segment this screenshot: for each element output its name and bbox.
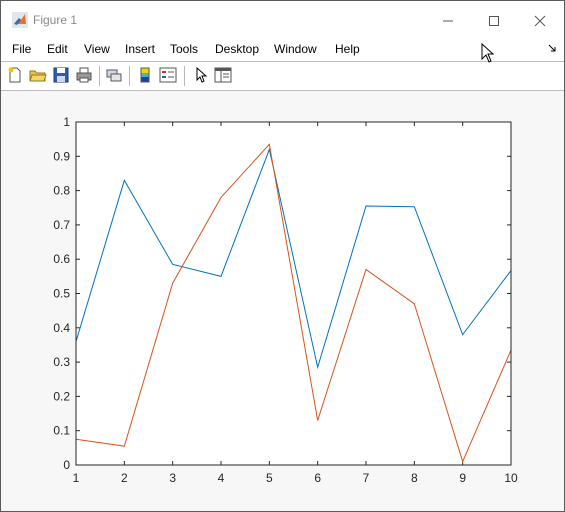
- matlab-logo-icon: [12, 12, 28, 28]
- menu-bar: File Edit View Insert Tools Desktop Wind…: [1, 39, 564, 61]
- x-tick-label: 6: [314, 471, 321, 485]
- y-tick-label: 0.1: [53, 424, 70, 438]
- menu-view[interactable]: View: [84, 42, 110, 56]
- colorbar-icon[interactable]: [136, 66, 154, 84]
- figure-canvas[interactable]: 0 0.1 0.2 0.3 0.4 0.5 0.6 0.7 0.8 0.9 1 1 2 3 4 5 6 7 8 9 1…: [1, 91, 564, 511]
- y-tick-label: 0.9: [53, 149, 70, 163]
- y-tick-label: 0.4: [53, 321, 70, 335]
- x-tick-label: 8: [411, 471, 418, 485]
- open-file-icon[interactable]: [29, 66, 47, 84]
- figure-window: Figure 1 File Edit View Insert Tools Des…: [0, 0, 565, 512]
- menu-edit[interactable]: Edit: [47, 42, 68, 56]
- minimize-button[interactable]: [426, 7, 472, 35]
- x-tick-label: 1: [73, 471, 80, 485]
- x-tick-label: 7: [363, 471, 370, 485]
- toolbar-separator: [184, 66, 185, 86]
- y-tick-label: 0.2: [53, 389, 70, 403]
- maximize-icon: [489, 16, 499, 26]
- close-button[interactable]: [518, 7, 564, 35]
- window-title: Figure 1: [33, 13, 78, 27]
- title-bar[interactable]: Figure 1: [1, 1, 564, 39]
- maximize-button[interactable]: [472, 7, 518, 35]
- menu-insert[interactable]: Insert: [125, 42, 155, 56]
- y-tick-label: 0.3: [53, 355, 70, 369]
- figure-toolbar: [1, 61, 564, 91]
- menu-desktop[interactable]: Desktop: [215, 42, 259, 56]
- y-tick-label: 1: [63, 115, 70, 129]
- y-tick-label: 0.8: [53, 184, 70, 198]
- menu-file[interactable]: File: [12, 42, 31, 56]
- dock-arrow-icon[interactable]: [547, 42, 559, 54]
- menu-window[interactable]: Window: [274, 42, 317, 56]
- line-plot[interactable]: 0 0.1 0.2 0.3 0.4 0.5 0.6 0.7 0.8 0.9 1 1 2 3 4 5 6 7 8 9 1…: [1, 91, 564, 511]
- y-tick-label: 0.7: [53, 218, 70, 232]
- axes-background: [76, 122, 511, 465]
- close-icon: [534, 15, 546, 27]
- toolbar-separator: [99, 66, 100, 86]
- menu-tools[interactable]: Tools: [170, 42, 198, 56]
- property-editor-icon[interactable]: [214, 66, 232, 84]
- y-tick-label: 0: [63, 458, 70, 472]
- mouse-cursor-icon: [481, 43, 495, 63]
- x-tick-label: 3: [169, 471, 176, 485]
- menu-help[interactable]: Help: [335, 42, 360, 56]
- y-tick-label: 0.5: [53, 287, 70, 301]
- minimize-icon: [443, 20, 453, 22]
- edit-plot-arrow-icon[interactable]: [192, 66, 210, 84]
- new-figure-icon[interactable]: [6, 66, 24, 84]
- print-icon[interactable]: [75, 66, 93, 84]
- x-tick-label: 4: [218, 471, 225, 485]
- y-tick-label: 0.6: [53, 252, 70, 266]
- toolbar-separator: [129, 66, 130, 86]
- x-tick-label: 2: [121, 471, 128, 485]
- x-tick-label: 9: [459, 471, 466, 485]
- link-plot-icon[interactable]: [105, 66, 123, 84]
- legend-icon[interactable]: [159, 66, 177, 84]
- x-tick-label: 5: [266, 471, 273, 485]
- save-icon[interactable]: [52, 66, 70, 84]
- x-tick-label: 10: [504, 471, 518, 485]
